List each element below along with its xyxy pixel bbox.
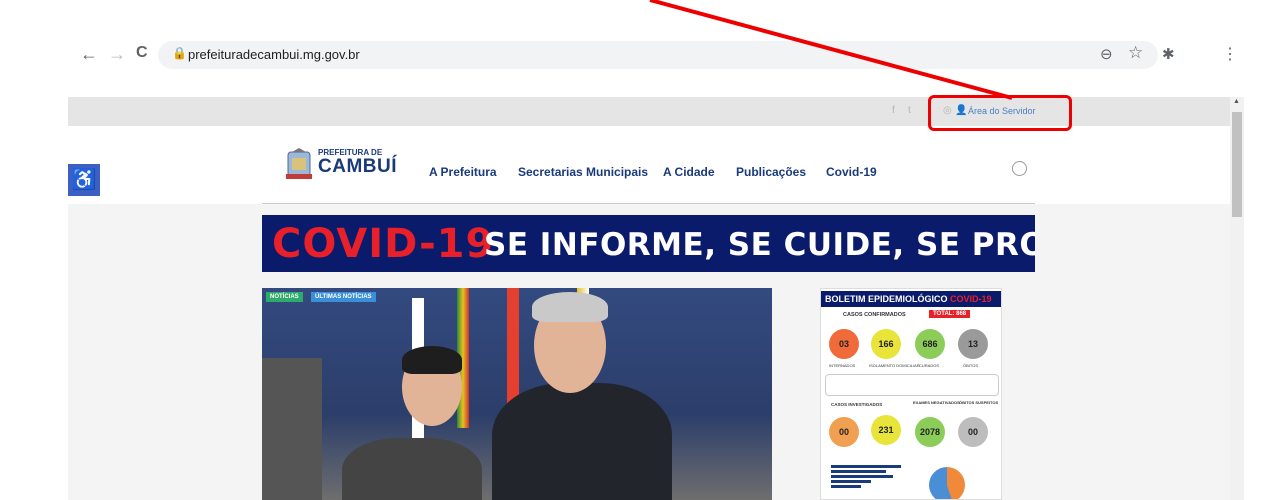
annotation-arrow [649, 0, 1013, 100]
annotation-highlight-box [928, 95, 1072, 131]
